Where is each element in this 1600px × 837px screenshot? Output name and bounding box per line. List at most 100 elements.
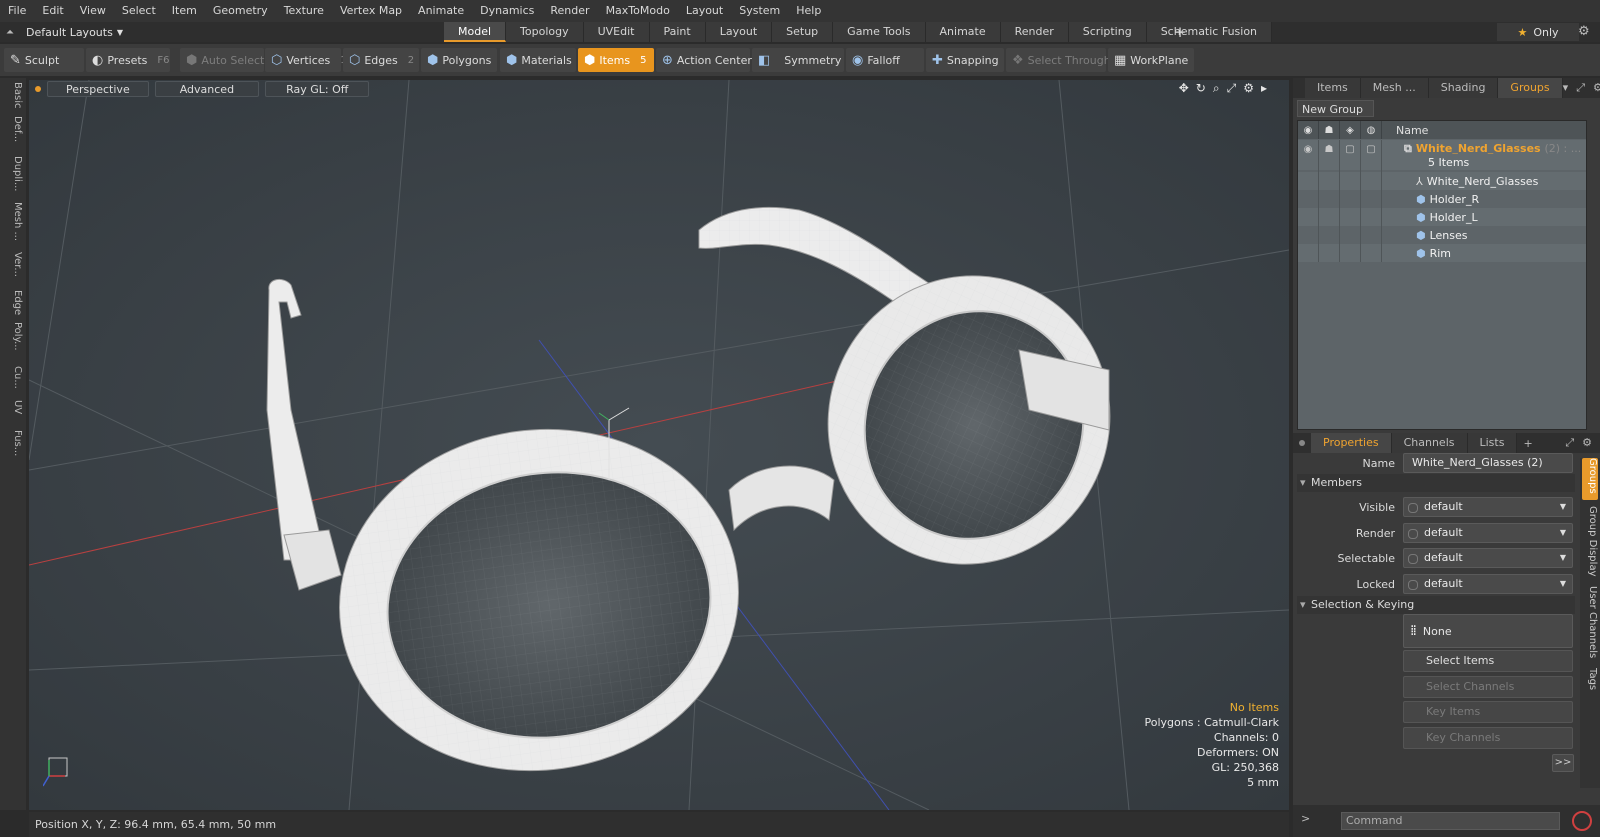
menu-animate[interactable]: Animate [410,0,472,22]
render-icon[interactable]: ☗ [1319,121,1340,139]
command-input[interactable]: Command [1341,812,1560,830]
menu-system[interactable]: System [731,0,788,22]
tab-uvedit[interactable]: UVEdit [583,22,650,42]
tab-lists[interactable]: Lists [1467,433,1518,453]
layout-dropdown[interactable]: ⏶ Default Layouts ▼ [6,22,123,42]
record-icon[interactable] [1572,811,1592,831]
side-tab-group-display[interactable]: Group Display [1582,506,1598,576]
list-item[interactable]: ⬢ Holder_L [1298,208,1586,226]
tab-render[interactable]: Render [1000,22,1069,42]
left-tab-deform[interactable]: Def... [3,116,23,142]
symmetry-button[interactable]: ◧ Symmetry [752,48,844,72]
side-tab-tags[interactable]: Tags [1582,668,1598,690]
left-tab-edge[interactable]: Edge [3,290,23,315]
workplane-button[interactable]: ▦ WorkPlane [1108,48,1194,72]
auto-select-button[interactable]: ⬢ Auto Select [180,48,264,72]
tab-model[interactable]: Model [444,22,507,42]
edges-button[interactable]: ⬡ Edges 2 [343,48,419,72]
tab-game-tools[interactable]: Game Tools [833,22,926,42]
presets-button[interactable]: ◐ Presets F6 [86,48,170,72]
menu-select[interactable]: Select [114,0,164,22]
name-column-header[interactable]: Name [1382,124,1428,137]
add-tab-icon[interactable]: + [1523,437,1532,450]
tab-topology[interactable]: Topology [506,22,584,42]
shading-mode-button[interactable]: Advanced [154,81,260,97]
expand-right-icon[interactable]: ▸ [1261,81,1267,96]
new-group-button[interactable]: New Group [1297,100,1374,117]
members-section[interactable]: Members [1297,474,1575,492]
select-icon[interactable]: ◍ [1361,121,1382,139]
locked-dropdown[interactable]: default [1403,574,1573,594]
action-center-button[interactable]: ⊕ Action Center [656,48,752,72]
tab-layout[interactable]: Layout [705,22,773,42]
viewport-menu-dot[interactable] [35,86,41,92]
eye-icon[interactable]: ◉ [1298,121,1319,139]
tab-scripting[interactable]: Scripting [1068,22,1147,42]
select-channels-button[interactable]: Select Channels [1403,676,1573,698]
tab-items[interactable]: Items [1305,78,1361,98]
list-item[interactable]: ⬢ Holder_R [1298,190,1586,208]
left-tab-mesh[interactable]: Mesh ... [3,202,23,241]
sculpt-button[interactable]: ✎ Sculpt [4,48,84,72]
render-dropdown[interactable]: default [1403,523,1573,543]
fit-icon[interactable]: ⤢ [1227,81,1237,96]
polygons-button[interactable]: ⬢ Polygons [421,48,497,72]
list-item[interactable]: ⅄ White_Nerd_Glasses [1298,172,1586,190]
falloff-button[interactable]: ◉ Falloff [846,48,924,72]
menu-vertex-map[interactable]: Vertex Map [332,0,410,22]
menu-texture[interactable]: Texture [276,0,332,22]
tab-mesh[interactable]: Mesh ... [1360,78,1429,98]
name-field[interactable]: White_Nerd_Glasses (2) [1403,453,1573,473]
chevron-down-icon[interactable]: ▾ [1563,81,1569,95]
add-tab-button[interactable]: + [1170,22,1190,42]
materials-button[interactable]: ⬢ Materials [500,48,576,72]
only-toggle[interactable]: ★ Only [1497,23,1579,41]
tab-properties[interactable]: Properties [1311,433,1392,453]
select-through-button[interactable]: ❖ Select Through [1006,48,1111,72]
view-mode-button[interactable]: Perspective [47,81,149,97]
menu-help[interactable]: Help [788,0,829,22]
menu-edit[interactable]: Edit [34,0,71,22]
key-items-button[interactable]: Key Items [1403,701,1573,723]
left-tab-basic[interactable]: Basic [3,82,23,108]
expand-icon[interactable]: ⤢ [1576,81,1585,95]
tab-paint[interactable]: Paint [649,22,706,42]
tab-setup[interactable]: Setup [772,22,834,42]
selectable-dropdown[interactable]: default [1403,548,1573,568]
tab-groups[interactable]: Groups [1498,78,1563,98]
items-button[interactable]: ⬢ Items 5 [578,48,654,72]
menu-geometry[interactable]: Geometry [205,0,276,22]
tab-animate[interactable]: Animate [925,22,1001,42]
collapse-icon[interactable]: ⏶ [6,27,26,38]
pan-icon[interactable]: ✥ [1179,81,1189,96]
none-button[interactable]: ⁞⁞ None [1403,614,1573,648]
more-button[interactable]: >> [1552,754,1574,772]
side-tab-user-channels[interactable]: User Channels [1582,586,1598,658]
left-tab-vertex[interactable]: Ver... [3,252,23,277]
menu-view[interactable]: View [72,0,114,22]
zoom-icon[interactable]: ⌕ [1213,81,1220,96]
gear-icon[interactable]: ⚙ [1593,81,1600,95]
side-tab-groups[interactable]: Groups [1582,458,1598,500]
left-tab-duplicate[interactable]: Dupli... [3,156,23,191]
left-tab-fusion[interactable]: Fus... [3,430,23,456]
gear-icon[interactable]: ⚙ [1578,24,1590,39]
rotate-icon[interactable]: ↻ [1196,81,1206,96]
raygl-button[interactable]: Ray GL: Off [265,81,370,97]
menu-file[interactable]: File [0,0,34,22]
gear-icon[interactable]: ⚙ [1243,81,1254,96]
tab-schematic-fusion[interactable]: Schematic Fusion [1146,22,1273,42]
visible-dropdown[interactable]: default [1403,497,1573,517]
selection-keying-section[interactable]: Selection & Keying [1297,596,1575,614]
tab-shading[interactable]: Shading [1428,78,1499,98]
list-item[interactable]: ⬢ Lenses [1298,226,1586,244]
menu-item[interactable]: Item [164,0,205,22]
snapping-button[interactable]: ✚ Snapping [926,48,1004,72]
list-item[interactable]: ⬢ Rim [1298,244,1586,262]
menu-maxtomodo[interactable]: MaxToModo [598,0,678,22]
menu-render[interactable]: Render [542,0,597,22]
select-items-button[interactable]: Select Items [1403,650,1573,672]
tab-channels[interactable]: Channels [1391,433,1468,453]
gear-icon[interactable]: ⚙ [1582,436,1592,450]
left-tab-polygon[interactable]: Poly... [3,322,23,351]
